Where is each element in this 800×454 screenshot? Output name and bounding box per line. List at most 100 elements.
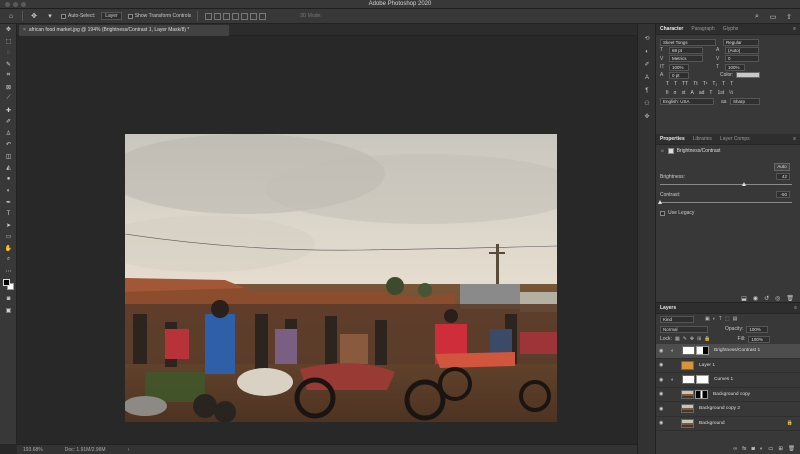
font-family-dropdown[interactable]: Skeet Tongs	[660, 38, 716, 46]
auto-select-target-dropdown[interactable]: Layer	[101, 12, 122, 20]
zoom-level[interactable]: 193.68%	[23, 447, 43, 453]
font-style-dropdown[interactable]: Regular	[723, 38, 759, 46]
align-right-icon[interactable]	[250, 12, 258, 20]
tab-libraries[interactable]: Libraries	[693, 136, 712, 142]
visibility-icon[interactable]: ◎	[775, 295, 780, 302]
layer-row[interactable]: ◉ Background copy	[656, 388, 800, 402]
dodge-tool-icon[interactable]: ◐	[0, 185, 17, 197]
filter-pixel-icon[interactable]: ▣	[705, 316, 710, 322]
paint-bucket-tool-icon[interactable]: ◭	[0, 162, 17, 174]
layer-row[interactable]: ◉ ◐ Brightness/Contrast 1	[656, 344, 800, 359]
brush-tool-icon[interactable]: ✐	[0, 116, 17, 128]
superscript-icon[interactable]: T¹	[703, 81, 708, 87]
brush-settings-icon[interactable]: ✐	[638, 58, 656, 71]
use-legacy-option[interactable]: Use Legacy	[656, 209, 800, 217]
trash-icon[interactable]: 🗑	[788, 446, 795, 452]
lock-icon[interactable]: 🔒	[787, 420, 793, 426]
contrast-value[interactable]: -50	[776, 191, 790, 198]
brightness-value[interactable]: 42	[776, 173, 790, 180]
clip-to-layer-icon[interactable]: ⬓	[741, 295, 747, 302]
home-icon[interactable]: ⌂	[6, 11, 16, 21]
baseline-shift-field[interactable]: 0 pt	[669, 71, 689, 79]
language-dropdown[interactable]: English: USA	[660, 98, 714, 106]
new-adjustment-icon[interactable]: ◐	[760, 446, 763, 452]
eye-icon[interactable]: ◉	[659, 391, 667, 397]
add-mask-icon[interactable]: ◙	[752, 446, 755, 452]
lock-paint-icon[interactable]: ✎	[683, 336, 687, 342]
filter-shape-icon[interactable]: ⬚	[725, 316, 730, 322]
lock-position-icon[interactable]: ✥	[690, 336, 694, 342]
transform-controls-option[interactable]: Show Transform Controls	[127, 13, 191, 19]
path-selection-tool-icon[interactable]: ➤	[0, 220, 17, 232]
filter-smart-icon[interactable]: ▤	[733, 316, 738, 322]
adjustments-icon[interactable]: ◐	[638, 45, 656, 58]
auto-button[interactable]: Auto	[774, 163, 790, 171]
strikethrough-icon[interactable]: T	[730, 81, 733, 87]
eyedropper-tool-icon[interactable]: ⟋	[0, 93, 17, 105]
frame-tool-icon[interactable]: ⊠	[0, 82, 17, 94]
move-tool-icon[interactable]: ✥	[29, 11, 39, 21]
reset-icon[interactable]: ↺	[764, 295, 769, 302]
horizontal-scale-field[interactable]: 100%	[725, 63, 745, 71]
panel-menu-icon[interactable]: ≡	[793, 26, 796, 32]
clone-source-icon[interactable]: ⚇	[638, 97, 656, 110]
small-caps-icon[interactable]: Tt	[693, 81, 697, 87]
align-center-icon[interactable]	[241, 12, 249, 20]
use-legacy-checkbox[interactable]	[660, 210, 665, 216]
workspace-icon[interactable]: ▭	[768, 12, 778, 22]
lock-pixels-icon[interactable]: ▦	[675, 336, 680, 342]
brightness-track[interactable]	[660, 184, 792, 185]
layer-row[interactable]: ◉ Layer 1	[656, 359, 800, 373]
pen-tool-icon[interactable]: ✒	[0, 197, 17, 209]
underline-icon[interactable]: T	[722, 81, 725, 87]
transform-controls-checkbox[interactable]	[127, 13, 133, 19]
font-size-field[interactable]: 68 pt	[669, 46, 703, 54]
tracking-field[interactable]: 0	[725, 55, 759, 63]
view-previous-icon[interactable]: ◉	[753, 295, 758, 302]
layer-mask-thumbnail[interactable]	[696, 375, 709, 385]
opacity-field[interactable]: 100%	[746, 325, 769, 333]
filter-type-icon[interactable]: T	[719, 316, 722, 322]
layer-row[interactable]: ◉ ◐ Curves 1	[656, 373, 800, 388]
eye-icon[interactable]: ◉	[659, 377, 667, 383]
foreground-color-swatch[interactable]	[3, 279, 10, 286]
more-tools-icon[interactable]: ⋯	[0, 266, 17, 278]
tab-layers[interactable]: Layers	[660, 305, 676, 311]
align-middle-icon[interactable]	[214, 12, 222, 20]
blend-mode-dropdown[interactable]: Normal	[660, 325, 708, 333]
chevron-down-icon[interactable]: ▾	[45, 11, 55, 21]
layer-mask-thumbnail[interactable]	[695, 389, 708, 399]
history-icon[interactable]: ⟲	[638, 32, 656, 45]
ordinals-icon[interactable]: T	[709, 90, 712, 96]
character-icon[interactable]: A	[638, 71, 656, 84]
layer-row[interactable]: ◉ Background copy 2	[656, 402, 800, 417]
eye-icon[interactable]: ◉	[659, 420, 667, 426]
paragraph-icon[interactable]: ¶	[638, 84, 656, 97]
auto-select-option[interactable]: Auto-Select:	[61, 13, 95, 19]
eraser-tool-icon[interactable]: ◫	[0, 151, 17, 163]
vertical-scale-field[interactable]: 100%	[669, 63, 689, 71]
panel-menu-icon[interactable]: ≡	[794, 305, 797, 311]
zoom-tool-icon[interactable]: ⌕	[0, 254, 17, 266]
eye-icon[interactable]: ◉	[659, 362, 667, 368]
stylistic-alt-icon[interactable]: A	[690, 90, 693, 96]
lock-artboard-icon[interactable]: ⊞	[697, 336, 701, 342]
tab-properties[interactable]: Properties	[660, 136, 685, 142]
move-tool-icon[interactable]: ✥	[0, 24, 17, 36]
screen-mode-icon[interactable]: ▣	[0, 305, 17, 317]
hand-tool-icon[interactable]: ✋	[0, 243, 17, 255]
share-icon[interactable]: ⇧	[784, 12, 794, 22]
layer-style-icon[interactable]: fx	[742, 446, 746, 452]
layer-row[interactable]: ◉ Background 🔒	[656, 417, 800, 431]
fill-field[interactable]: 100%	[748, 335, 771, 343]
rectangle-tool-icon[interactable]: ▭	[0, 231, 17, 243]
history-brush-tool-icon[interactable]: ↶	[0, 139, 17, 151]
type-tool-icon[interactable]: T	[0, 208, 17, 220]
new-layer-icon[interactable]: ⊞	[778, 446, 783, 452]
search-icon[interactable]: ⌕	[752, 12, 762, 22]
close-tab-icon[interactable]: ×	[23, 27, 26, 33]
align-top-icon[interactable]	[205, 12, 213, 20]
canvas-area[interactable]	[17, 36, 637, 444]
antialias-dropdown[interactable]: Sharp	[730, 98, 760, 106]
eye-icon[interactable]: ◉	[659, 348, 667, 354]
